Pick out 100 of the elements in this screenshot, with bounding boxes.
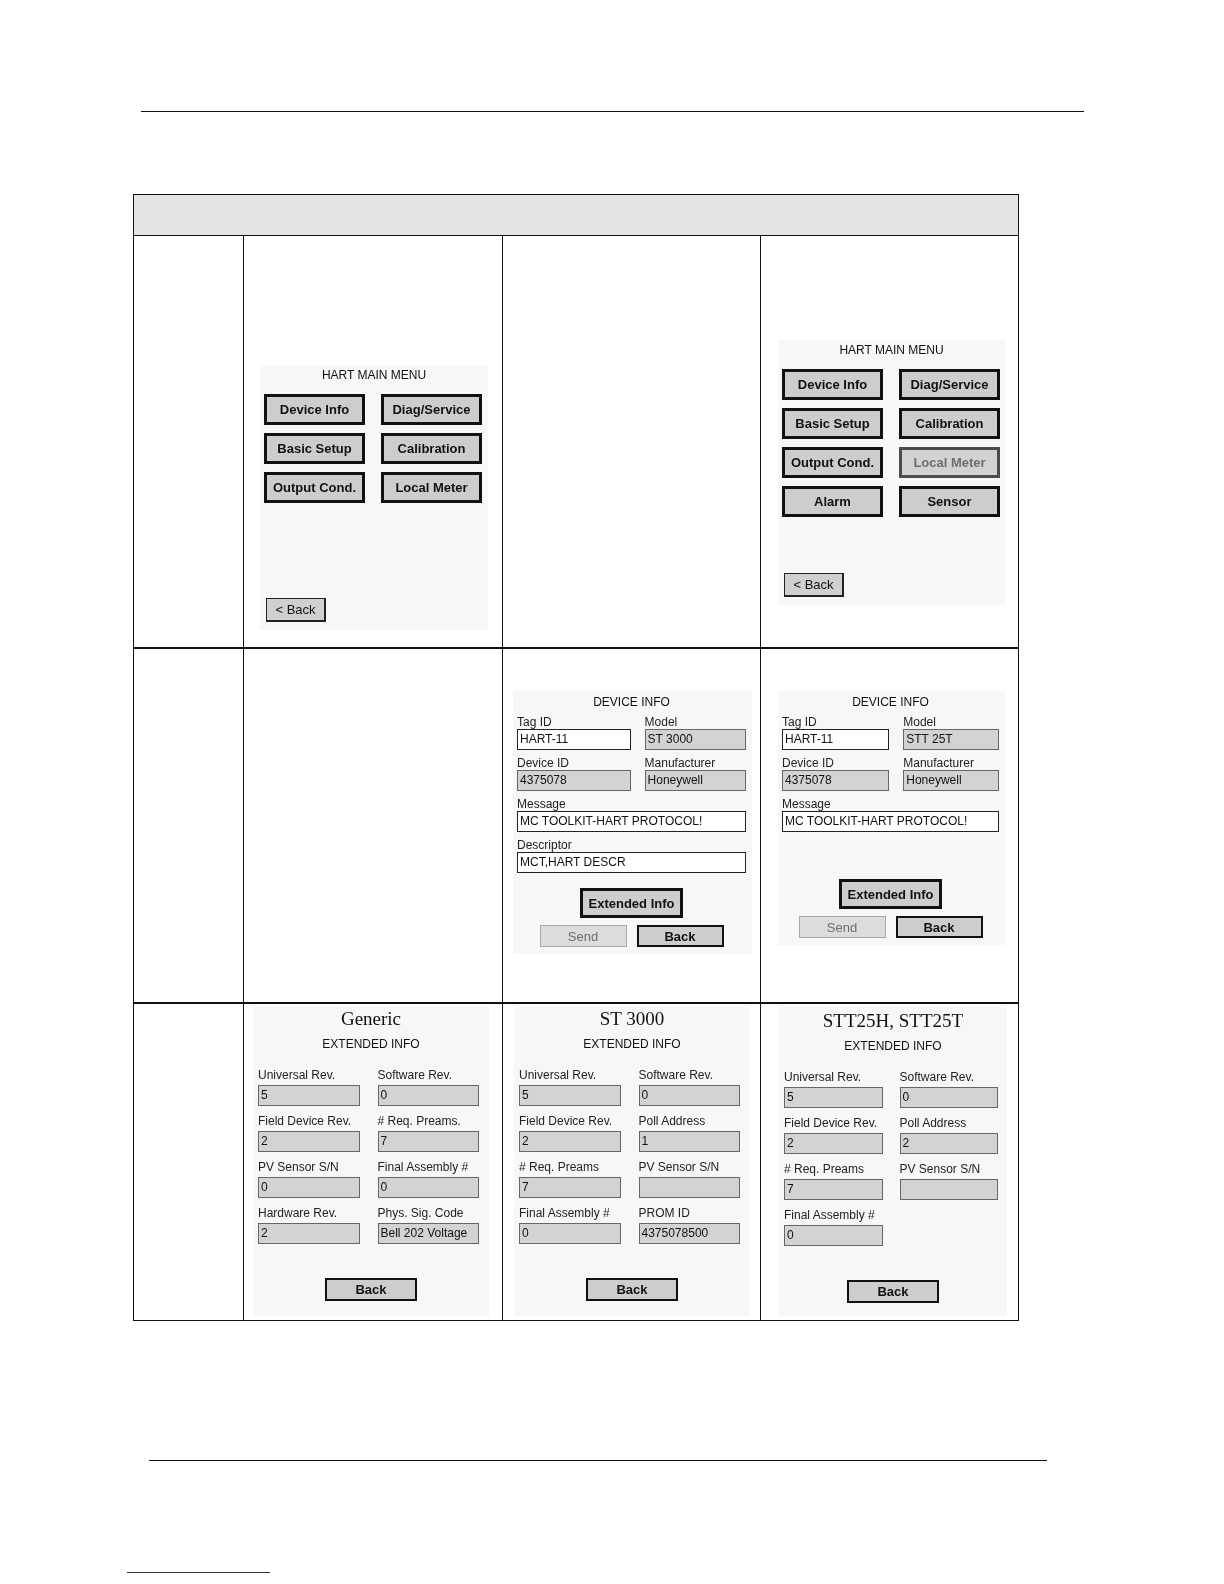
action-button[interactable]: Back [895, 916, 983, 938]
field-label: Model [903, 715, 937, 729]
model-heading: STT25H, STT25T [821, 1010, 965, 1032]
field-label: PV Sensor S/N [258, 1160, 340, 1174]
field-label: Poll Address [638, 1114, 707, 1128]
text-field[interactable]: HART-11 [782, 729, 890, 750]
text-field[interactable]: 0 [519, 1223, 621, 1244]
field-label: Software Rev. [377, 1068, 453, 1082]
menu-button[interactable]: Sensor [899, 486, 1000, 517]
text-field[interactable]: 0 [899, 1087, 998, 1108]
screen-title: EXTENDED INFO [843, 1039, 943, 1053]
field-label: Final Assembly # [377, 1160, 470, 1174]
text-field[interactable]: 1 [638, 1131, 740, 1152]
field-label: Manufacturer [903, 756, 975, 770]
text-field[interactable]: STT 25T [903, 729, 999, 750]
field-label: PROM ID [638, 1206, 691, 1220]
field-label: Device ID [782, 756, 835, 770]
text-field[interactable]: 4375078 [782, 770, 890, 791]
menu-title: HART MAIN MENU [320, 368, 428, 382]
menu-button[interactable]: Calibration [381, 433, 482, 464]
field-label: PV Sensor S/N [638, 1160, 721, 1174]
text-field[interactable]: 7 [519, 1177, 621, 1198]
field-label: Tag ID [517, 715, 553, 729]
field-label: Final Assembly # [784, 1208, 876, 1222]
menu-button[interactable]: Diag/Service [381, 394, 482, 425]
text-field[interactable]: 5 [519, 1085, 621, 1106]
field-label: Descriptor [517, 838, 573, 852]
screen-title: DEVICE INFO [592, 695, 671, 709]
back-button[interactable]: < Back [266, 598, 326, 622]
field-label: Message [517, 797, 567, 811]
field-label: PV Sensor S/N [899, 1162, 982, 1176]
text-field[interactable]: 5 [784, 1087, 883, 1108]
field-label: # Req. Preams [784, 1162, 866, 1176]
back-button[interactable]: Back [325, 1278, 417, 1301]
text-field[interactable]: 2 [258, 1223, 360, 1244]
menu-button[interactable]: Output Cond. [264, 472, 365, 503]
field-label: Hardware Rev. [258, 1206, 339, 1220]
text-field[interactable]: 0 [784, 1225, 883, 1246]
field-label: Universal Rev. [784, 1070, 863, 1084]
field-label: Universal Rev. [258, 1068, 337, 1082]
field-label: Manufacturer [644, 756, 717, 770]
text-field[interactable]: 0 [377, 1085, 479, 1106]
menu-button[interactable]: Device Info [782, 369, 883, 400]
extended-info-button[interactable]: Extended Info [839, 879, 942, 909]
back-button[interactable]: < Back [784, 573, 844, 597]
text-field[interactable]: 7 [784, 1179, 883, 1200]
text-field[interactable]: 4375078 [517, 770, 631, 791]
menu-button[interactable]: Local Meter [381, 472, 482, 503]
text-field[interactable]: 0 [258, 1177, 360, 1198]
field-label: Final Assembly # [519, 1206, 611, 1220]
field-label: Field Device Rev. [784, 1116, 879, 1130]
text-field[interactable]: MC TOOLKIT-HART PROTOCOL! [517, 811, 746, 832]
text-field[interactable]: ST 3000 [644, 729, 746, 750]
field-label: Tag ID [782, 715, 818, 729]
menu-button[interactable]: Device Info [264, 394, 365, 425]
text-field[interactable]: Bell 202 Voltage [377, 1223, 479, 1244]
text-field[interactable]: 2 [519, 1131, 621, 1152]
action-button[interactable]: Back [636, 925, 724, 947]
text-field[interactable]: 7 [377, 1131, 479, 1152]
field-label: Model [644, 715, 679, 729]
text-field[interactable]: HART-11 [517, 729, 631, 750]
screen-title: EXTENDED INFO [321, 1037, 421, 1051]
field-label: Field Device Rev. [258, 1114, 353, 1128]
back-button[interactable]: Back [586, 1278, 678, 1301]
menu-title: HART MAIN MENU [838, 343, 945, 357]
text-field[interactable]: 0 [638, 1085, 740, 1106]
field-label: Universal Rev. [519, 1068, 598, 1082]
text-field[interactable]: 0 [377, 1177, 479, 1198]
text-field[interactable] [899, 1179, 998, 1200]
text-field[interactable]: MCT,HART DESCR [517, 852, 746, 873]
field-label: Software Rev. [899, 1070, 975, 1084]
extended-info-button[interactable]: Extended Info [580, 888, 683, 918]
text-field[interactable]: 2 [258, 1131, 360, 1152]
field-label: Poll Address [899, 1116, 968, 1130]
menu-button[interactable]: Diag/Service [899, 369, 1000, 400]
screen-title: EXTENDED INFO [582, 1037, 682, 1051]
menu-button[interactable]: Alarm [782, 486, 883, 517]
model-heading: ST 3000 [598, 1008, 666, 1030]
text-field[interactable]: 2 [899, 1133, 998, 1154]
field-label: Device ID [517, 756, 570, 770]
text-field[interactable]: 2 [784, 1133, 883, 1154]
menu-button[interactable]: Calibration [899, 408, 1000, 439]
text-field[interactable] [638, 1177, 740, 1198]
text-field[interactable]: 5 [258, 1085, 360, 1106]
text-field[interactable]: 4375078500 [638, 1223, 740, 1244]
menu-button[interactable]: Basic Setup [264, 433, 365, 464]
screen-title: DEVICE INFO [851, 695, 930, 709]
text-field[interactable]: MC TOOLKIT-HART PROTOCOL! [782, 811, 999, 832]
field-label: Message [782, 797, 832, 811]
back-button[interactable]: Back [847, 1280, 939, 1303]
model-heading: Generic [339, 1008, 403, 1030]
menu-button[interactable]: Basic Setup [782, 408, 883, 439]
field-label: # Req. Preams [519, 1160, 601, 1174]
field-label: Phys. Sig. Code [377, 1206, 465, 1220]
menu-button[interactable]: Output Cond. [782, 447, 883, 478]
field-label: # Req. Preams. [377, 1114, 462, 1128]
text-field[interactable]: Honeywell [903, 770, 999, 791]
text-field[interactable]: Honeywell [644, 770, 746, 791]
field-label: Field Device Rev. [519, 1114, 614, 1128]
field-label: Software Rev. [638, 1068, 714, 1082]
